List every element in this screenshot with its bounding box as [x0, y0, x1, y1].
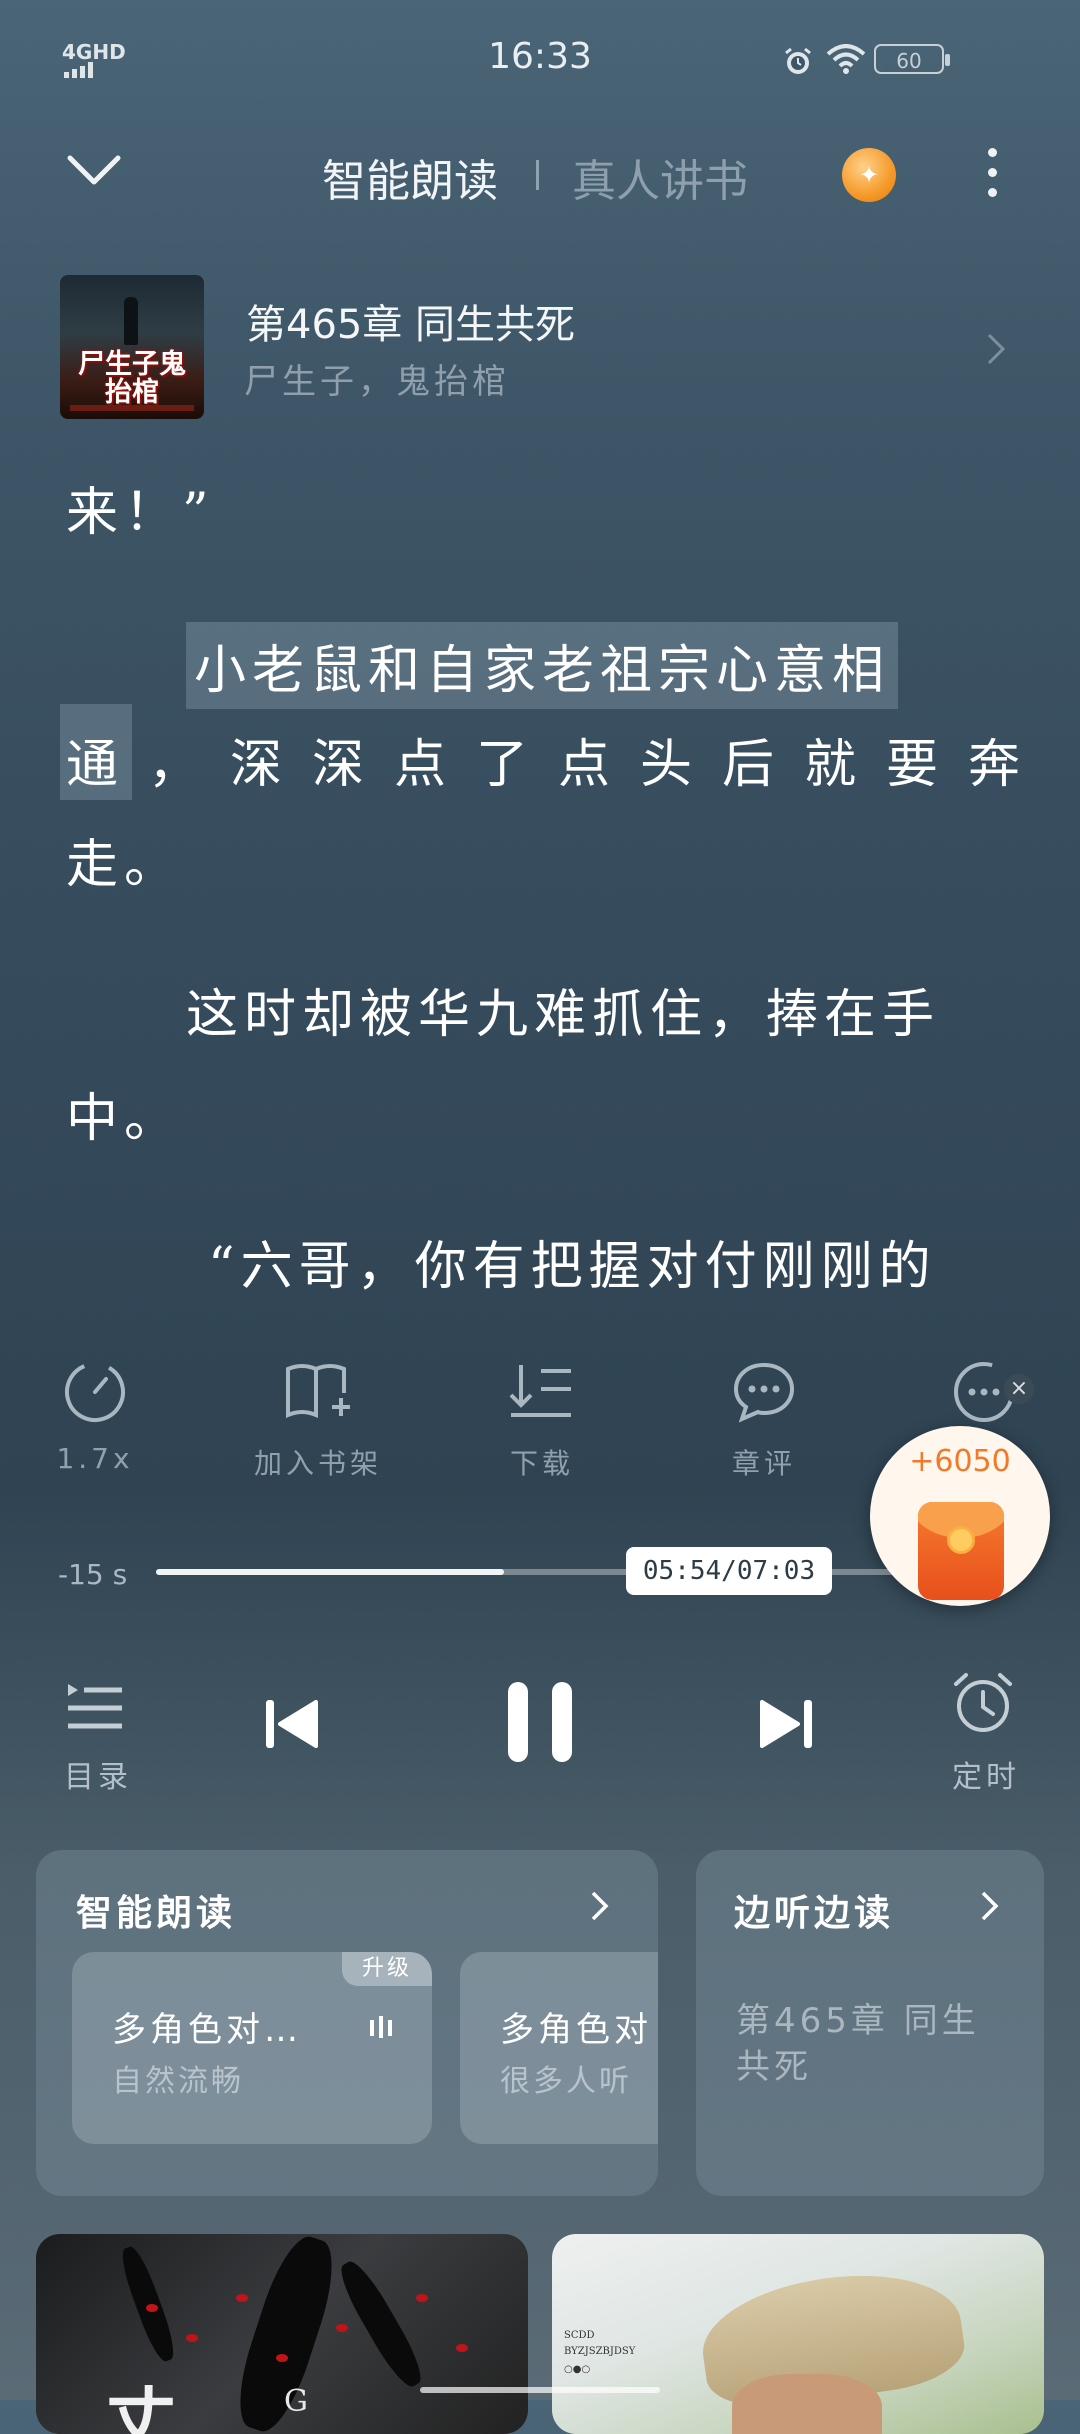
tab-human-narration[interactable]: 真人讲书: [572, 145, 748, 209]
voice-option[interactable]: 升级 多角色对… 自然流畅: [72, 1952, 432, 2144]
red-packet-amount: +6050: [909, 1444, 1011, 1479]
status-bar: 4GHD 16:33 60: [0, 0, 1080, 110]
timer-label[interactable]: 定时: [952, 1752, 1020, 1796]
previous-track-icon[interactable]: [262, 1696, 322, 1752]
download-label: 下载: [509, 1447, 574, 1480]
voice-description: 很多人听: [500, 2064, 632, 2099]
chevron-right-icon[interactable]: [590, 1890, 610, 1922]
bookshelf-label: 加入书架: [253, 1447, 382, 1480]
chapter-title[interactable]: 第465章 同生共死: [246, 292, 575, 350]
progress-fill: [156, 1569, 504, 1575]
speed-gauge-icon: [15, 1356, 175, 1428]
audio-wave-icon: [370, 2016, 392, 2038]
book-cover[interactable]: 尸生子鬼抬棺: [60, 275, 204, 419]
next-track-icon[interactable]: [756, 1696, 816, 1752]
cover-text: SCDD: [564, 2330, 595, 2341]
red-envelope-icon[interactable]: [918, 1502, 1004, 1600]
collapse-chevron-down-icon[interactable]: [66, 152, 122, 188]
reader-line: “六哥，你有把握对付刚刚的: [208, 1237, 937, 1297]
voice-name: 多角色对: [500, 2010, 652, 2050]
recommended-book-thumbnail[interactable]: SCDD BYZJSZBJDSY ○●○: [552, 2234, 1044, 2434]
cover-art-letter: G: [284, 2384, 308, 2419]
cover-text: BYZJSZBJDSY: [564, 2346, 636, 2357]
listen-read-chapter: 第465章 同生共死: [736, 2001, 980, 2087]
alarm-icon: [785, 47, 811, 74]
voice-option[interactable]: 多角色对 很多人听: [460, 1952, 658, 2144]
book-name: 尸生子，鬼抬棺: [244, 362, 510, 402]
reader-highlight-text: 通: [66, 735, 148, 795]
sparkle-coin-icon[interactable]: ✦: [842, 148, 896, 202]
download-button[interactable]: 下载: [462, 1356, 622, 1482]
download-list-icon: [462, 1356, 622, 1428]
chevron-right-icon[interactable]: [986, 332, 1006, 366]
speed-label: 1.7x: [56, 1442, 134, 1475]
table-of-contents-label[interactable]: 目录: [64, 1752, 132, 1796]
reader-line: 来！”: [66, 483, 215, 543]
cover-art-glyph: 丈: [106, 2378, 176, 2434]
chevron-right-icon[interactable]: [980, 1890, 1000, 1922]
tab-divider: [536, 160, 539, 190]
chapter-review-button[interactable]: 章评: [684, 1356, 844, 1482]
tab-smart-read[interactable]: 智能朗读: [322, 145, 498, 209]
wifi-icon: [826, 44, 866, 74]
reader-highlight-text: 小老鼠和自家老祖宗心意相: [186, 622, 899, 709]
book-plus-icon: [238, 1356, 398, 1428]
home-indicator[interactable]: [420, 2387, 660, 2393]
add-to-bookshelf-button[interactable]: 加入书架: [238, 1356, 398, 1482]
smart-read-title[interactable]: 智能朗读: [76, 1884, 236, 1936]
reader-text: ，深深点了点头后就要奔: [148, 735, 1026, 795]
upgrade-badge: 升级: [342, 1952, 432, 1986]
cover-dots: ○●○: [564, 2364, 591, 2375]
reader-line: 这时却被华九难抓住，捧在手: [186, 985, 941, 1045]
alarm-clock-icon[interactable]: [950, 1670, 1016, 1736]
review-label: 章评: [731, 1447, 796, 1480]
reader-line: 中。: [66, 1089, 183, 1149]
rewind-15s-button[interactable]: -15 s: [58, 1558, 127, 1591]
comment-bubble-icon: [684, 1356, 844, 1428]
more-options-icon[interactable]: [988, 148, 998, 208]
recommended-book-thumbnail[interactable]: 丈 G: [36, 2234, 528, 2434]
book-cover-title: 尸生子鬼抬棺: [78, 349, 186, 408]
reader-line: 通，深深点了点头后就要奔: [66, 722, 1026, 797]
speed-button[interactable]: 1.7x: [15, 1356, 175, 1475]
voice-description: 自然流畅: [112, 2064, 244, 2099]
listen-read-title[interactable]: 边听边读: [734, 1884, 894, 1936]
close-icon[interactable]: ×: [1004, 1374, 1034, 1404]
voice-name: 多角色对…: [112, 2010, 302, 2050]
pause-icon[interactable]: [504, 1680, 576, 1764]
reader-line: 走。: [66, 835, 183, 895]
battery-indicator: 60: [874, 44, 950, 74]
table-of-contents-icon[interactable]: [66, 1676, 126, 1736]
progress-time-thumb[interactable]: 05:54/07:03: [626, 1547, 832, 1595]
